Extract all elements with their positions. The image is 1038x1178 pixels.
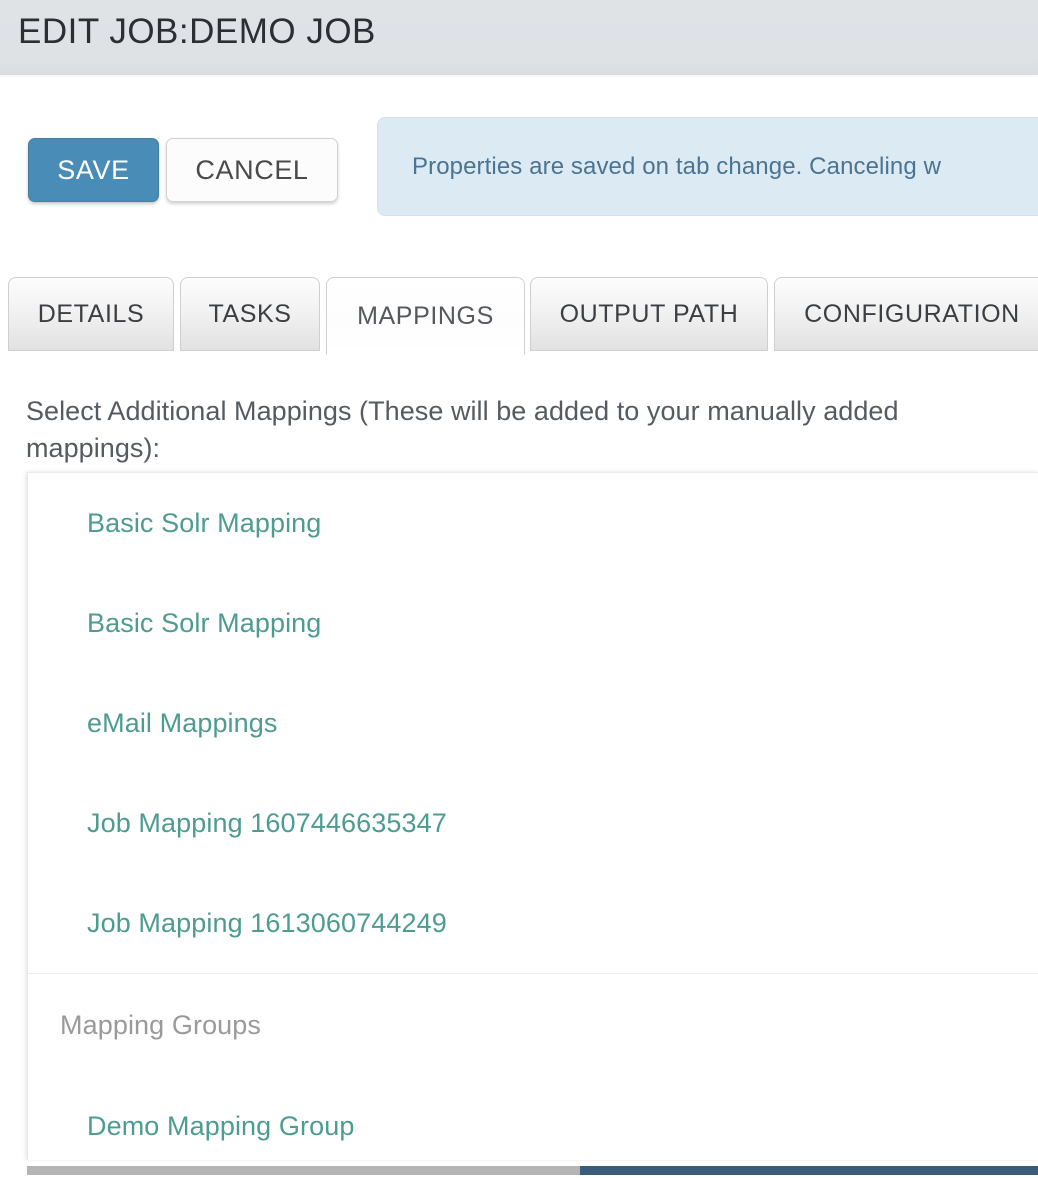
- list-item[interactable]: Job Mapping 1613060744249: [28, 873, 1038, 973]
- tab-content-mappings: Select Additional Mappings (These will b…: [0, 355, 1038, 1178]
- mapping-link[interactable]: Job Mapping 1607446635347: [28, 808, 447, 839]
- mapping-link[interactable]: Job Mapping 1613060744249: [28, 908, 447, 939]
- tab-details[interactable]: DETAILS: [8, 277, 174, 351]
- tab-mappings-label: MAPPINGS: [357, 301, 494, 330]
- info-banner: Properties are saved on tab change. Canc…: [377, 117, 1038, 216]
- scrollbar-thumb[interactable]: [580, 1166, 1038, 1175]
- list-item[interactable]: Job Mapping 1607446635347: [28, 773, 1038, 873]
- tab-tasks-label: TASKS: [208, 299, 292, 328]
- tab-details-label: DETAILS: [37, 299, 145, 328]
- tab-bar: DETAILS TASKS MAPPINGS OUTPUT PATH CONFI…: [0, 277, 1038, 355]
- instruction-text: Select Additional Mappings (These will b…: [26, 396, 899, 463]
- mapping-link[interactable]: Basic Solr Mapping: [28, 608, 321, 639]
- tab-configuration-label: CONFIGURATION: [804, 299, 1020, 328]
- list-item[interactable]: Basic Solr Mapping: [28, 573, 1038, 673]
- list-item[interactable]: Demo Mapping Group: [28, 1076, 1038, 1160]
- page-header-bar: EDIT JOB:DEMO JOB: [0, 0, 1038, 75]
- list-item[interactable]: eMail Mappings: [28, 673, 1038, 773]
- tab-output-path-label: OUTPUT PATH: [559, 299, 739, 328]
- mapping-group-link[interactable]: Demo Mapping Group: [28, 1111, 354, 1142]
- list-item[interactable]: Basic Solr Mapping: [28, 473, 1038, 573]
- info-banner-text: Properties are saved on tab change. Canc…: [412, 152, 942, 180]
- tab-tasks[interactable]: TASKS: [180, 277, 320, 351]
- tab-output-path[interactable]: OUTPUT PATH: [530, 277, 768, 351]
- tab-configuration[interactable]: CONFIGURATION: [774, 277, 1038, 351]
- mapping-link[interactable]: Basic Solr Mapping: [28, 508, 321, 539]
- horizontal-scrollbar[interactable]: [27, 1163, 1038, 1178]
- cancel-button[interactable]: CANCEL: [166, 138, 338, 202]
- page-title: EDIT JOB:DEMO JOB: [18, 12, 376, 51]
- save-button[interactable]: SAVE: [28, 138, 159, 202]
- mapping-groups-heading-label: Mapping Groups: [60, 1009, 262, 1040]
- mappings-list-panel: Basic Solr Mapping Basic Solr Mapping eM…: [27, 472, 1038, 1160]
- tab-mappings[interactable]: MAPPINGS: [326, 277, 525, 355]
- mapping-groups-heading: Mapping Groups: [28, 974, 1038, 1076]
- mapping-link[interactable]: eMail Mappings: [28, 708, 278, 739]
